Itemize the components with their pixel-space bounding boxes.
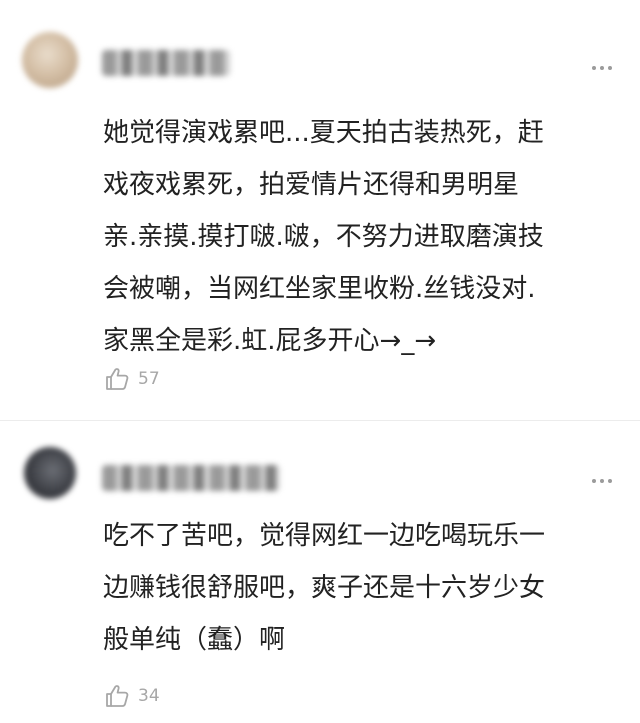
comment-text-line: 般单纯（蠢）啊 <box>103 625 286 655</box>
dot <box>600 479 604 483</box>
comment-text-line: 边赚钱很舒服吧，爽子还是十六岁少女 <box>103 573 546 603</box>
like-count: 34 <box>138 686 160 706</box>
more-dots-icon[interactable] <box>592 66 612 70</box>
comment-text: 她觉得演戏累吧...夏天拍古装热死，赶 戏夜戏累死，拍爱情片还得和男明星 亲.亲… <box>103 107 613 367</box>
dot <box>600 66 604 70</box>
comment-text-line: 亲.亲摸.摸打啵.啵，不努力进取磨演技 <box>103 222 544 252</box>
comment-item: 她觉得演戏累吧...夏天拍古装热死，赶 戏夜戏累死，拍爱情片还得和男明星 亲.亲… <box>0 0 640 420</box>
comment-text-line: 戏夜戏累死，拍爱情片还得和男明星 <box>103 170 520 200</box>
avatar[interactable] <box>22 32 78 88</box>
more-dots-icon[interactable] <box>592 479 612 483</box>
like-button[interactable]: 57 <box>104 366 160 392</box>
username-blurred[interactable] <box>102 50 230 76</box>
comment-item: 吃不了苦吧，觉得网红一边吃喝玩乐一 边赚钱很舒服吧，爽子还是十六岁少女 般单纯（… <box>0 420 640 723</box>
comment-text-line: 会被嘲，当网红坐家里收粉.丝钱没对. <box>103 274 536 304</box>
like-count: 57 <box>138 369 160 389</box>
dot <box>592 66 596 70</box>
dot <box>608 479 612 483</box>
avatar[interactable] <box>24 447 76 499</box>
comment-text-line: 她觉得演戏累吧...夏天拍古装热死，赶 <box>103 118 544 148</box>
dot <box>608 66 612 70</box>
like-button[interactable]: 34 <box>104 683 160 709</box>
thumbs-up-icon <box>106 685 129 707</box>
comment-text-line: 吃不了苦吧，觉得网红一边吃喝玩乐一 <box>103 521 546 551</box>
comment-text-line: 家黑全是彩.虹.屁多开心→_→ <box>103 326 437 356</box>
username-blurred[interactable] <box>102 465 280 491</box>
thumbs-up-icon <box>106 368 129 390</box>
comment-text: 吃不了苦吧，觉得网红一边吃喝玩乐一 边赚钱很舒服吧，爽子还是十六岁少女 般单纯（… <box>103 510 613 666</box>
dot <box>592 479 596 483</box>
